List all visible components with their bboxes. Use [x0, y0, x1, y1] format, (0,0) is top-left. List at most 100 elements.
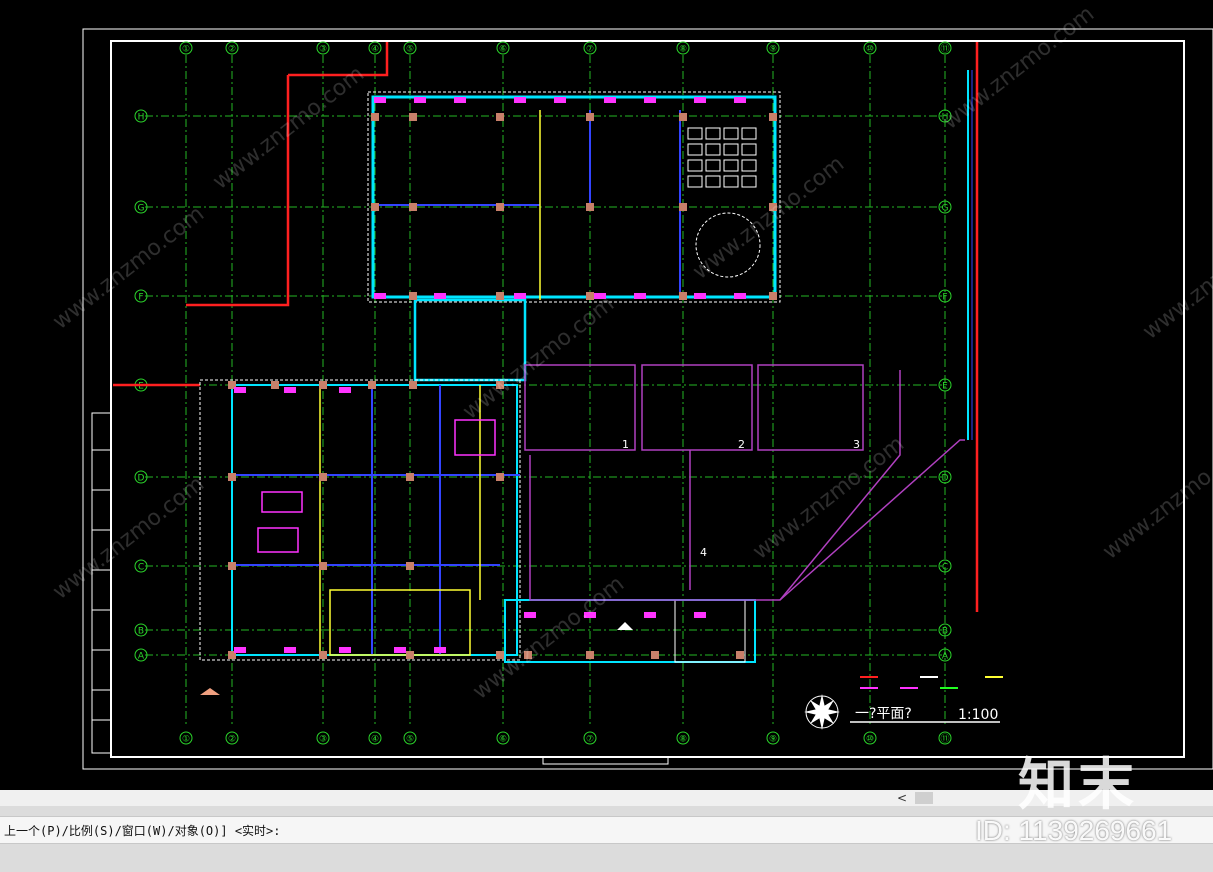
entrance-marker — [200, 688, 220, 695]
column-block — [736, 651, 744, 659]
window-tag — [454, 97, 466, 103]
column-block — [228, 562, 236, 570]
column-block — [409, 381, 417, 389]
window-tag — [694, 97, 706, 103]
grid-bubble-column: ⑥ — [496, 41, 510, 55]
grid-bubble-label: ⑥ — [499, 45, 507, 55]
desk — [705, 159, 721, 172]
watermark-id: ID: 1139269661 — [975, 815, 1173, 846]
grid-bubble-label: ⑧ — [679, 45, 687, 55]
grid-bubble-label: F — [942, 293, 947, 303]
column-block — [319, 562, 327, 570]
grid-bubble-label: ⑩ — [866, 45, 874, 55]
left-title-strip — [91, 412, 112, 754]
diagonal-watermark-text: www.znzmo.com — [458, 291, 619, 424]
grid-bubble-row: D — [938, 470, 952, 484]
window-tag — [339, 387, 351, 393]
window-tag — [284, 647, 296, 653]
red-boundary — [113, 42, 979, 612]
desk — [723, 175, 739, 188]
grid-bubble-label: ⑦ — [586, 735, 594, 745]
grid-bubble-label: ④ — [371, 45, 379, 55]
desk — [687, 127, 703, 140]
column-block — [319, 651, 327, 659]
window-tag — [414, 97, 426, 103]
window-tag — [339, 647, 351, 653]
column-block — [228, 473, 236, 481]
column-block — [319, 473, 327, 481]
legend — [860, 676, 1003, 689]
desk — [723, 143, 739, 156]
diagonal-watermark-text: www.znzmo.com — [48, 471, 209, 604]
floor-plan-drawing[interactable]: ①①②②③③④④⑤⑤⑥⑥⑦⑦⑧⑧⑨⑨⑩⑩⑪⑪H HG GF FE ED DC CB BA A — [0, 0, 1213, 790]
drawing-title: 一?平面? — [855, 706, 912, 722]
column-block — [371, 203, 379, 211]
desk — [687, 159, 703, 172]
column-block — [586, 203, 594, 211]
desk — [723, 127, 739, 140]
grid-bubble-label: ⑨ — [769, 45, 777, 55]
cad-canvas[interactable]: ①①②②③③④④⑤⑤⑥⑥⑦⑦⑧⑧⑨⑨⑩⑩⑪⑪HHGGFFEEDDCCBBAA 1… — [0, 0, 1213, 790]
grid-bubble-label: C — [942, 563, 948, 573]
column-block — [371, 113, 379, 121]
desk — [687, 175, 703, 188]
column-block — [679, 292, 687, 300]
column-block — [406, 651, 414, 659]
grid-bubble-label: ⑤ — [406, 735, 414, 745]
grid-bubble-label: ⑪ — [940, 734, 949, 745]
desk — [741, 143, 757, 156]
command-prompt-text: 上一个(P)/比例(S)/窗口(W)/对象(O)] <实时>: — [4, 824, 281, 838]
desk — [705, 127, 721, 140]
desk — [741, 127, 757, 140]
grid-bubble-label: ② — [228, 45, 236, 55]
column-block — [586, 651, 594, 659]
north-arrow — [804, 694, 840, 730]
grid-bubble-label: A — [942, 652, 949, 662]
desk — [723, 159, 739, 172]
window-tag — [604, 97, 616, 103]
window-tag — [734, 293, 746, 299]
column-block — [769, 113, 777, 121]
grid-bubble-label: ① — [182, 735, 190, 745]
outdoor-zones — [524, 364, 965, 601]
diagonal-watermark-text: www.znzmo.com — [938, 1, 1099, 134]
grid-bubble-column: ⑥ — [496, 731, 510, 745]
column-block — [409, 113, 417, 121]
window-tag — [514, 293, 526, 299]
desk — [741, 159, 757, 172]
classroom-desks — [687, 127, 757, 188]
grid-bubble-column: ① — [179, 41, 193, 55]
grid-bubble-label: ⑩ — [866, 735, 874, 745]
grid-bubble-column: ④ — [368, 731, 382, 745]
column-block — [496, 473, 504, 481]
window-tag — [374, 97, 386, 103]
grid-bubble-column: ⑪ — [938, 731, 952, 745]
grid-bubble-label: ④ — [371, 735, 379, 745]
scroll-left-arrow[interactable]: < — [895, 790, 909, 806]
column-block — [368, 381, 376, 389]
grid-bubble-row: G — [938, 200, 952, 214]
grid-bubble-column: ⑩ — [863, 731, 877, 745]
grid-bubble-column: ⑩ — [863, 41, 877, 55]
grid-bubble-label: ② — [228, 735, 236, 745]
grid-bubble-label: ③ — [319, 45, 327, 55]
grid-bubble-column: ⑧ — [676, 41, 690, 55]
drawing-scale: 1:100 — [958, 707, 998, 723]
window-tag — [234, 647, 246, 653]
grid-bubble-column: ⑦ — [583, 41, 597, 55]
scroll-thumb[interactable] — [915, 792, 933, 804]
grid-bubble-label: D — [942, 474, 949, 484]
column-block — [496, 113, 504, 121]
grid-bubble-label: C — [138, 563, 144, 573]
column-block — [319, 381, 327, 389]
grid-bubble-column: ① — [179, 731, 193, 745]
entrance-marker — [617, 622, 633, 630]
column-block — [406, 473, 414, 481]
window-tag — [734, 97, 746, 103]
grid-bubble-column: ⑪ — [938, 41, 952, 55]
column-block — [651, 651, 659, 659]
grid-bubble-label: H — [138, 113, 145, 123]
grid-bubble-label: F — [138, 293, 143, 303]
grid-bubble-label: ⑪ — [940, 44, 949, 55]
column-block — [496, 292, 504, 300]
